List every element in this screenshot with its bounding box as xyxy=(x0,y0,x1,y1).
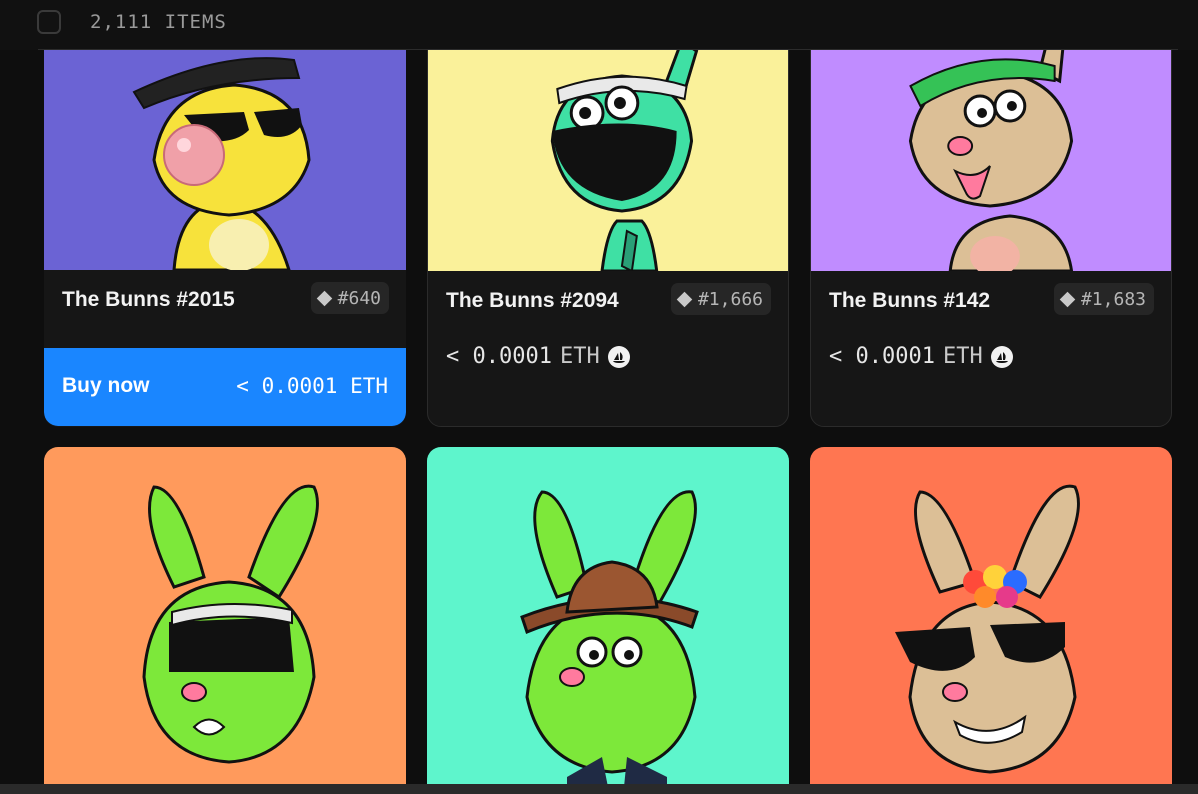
diamond-icon xyxy=(1059,291,1076,307)
rarity-rank-badge: #1,666 xyxy=(670,283,771,315)
rarity-rank: #1,683 xyxy=(1080,288,1146,310)
rarity-rank: #1,666 xyxy=(697,288,763,310)
nft-card[interactable] xyxy=(810,447,1172,794)
nft-image[interactable] xyxy=(44,447,406,794)
window-bottom-edge xyxy=(0,784,1198,794)
nft-image[interactable] xyxy=(428,50,788,271)
nft-image[interactable] xyxy=(427,447,789,794)
buy-now-button[interactable]: Buy now < 0.0001 ETH xyxy=(44,348,406,426)
nft-image[interactable] xyxy=(811,50,1171,271)
price-value: < 0.0001 xyxy=(446,344,552,369)
buy-now-label: Buy now xyxy=(62,374,150,397)
rarity-rank-badge: #640 xyxy=(310,282,389,314)
nft-card[interactable] xyxy=(44,447,406,794)
nft-name: The Bunns #2015 xyxy=(62,288,235,311)
diamond-icon xyxy=(316,290,332,306)
nft-card[interactable] xyxy=(427,447,789,794)
buy-now-price: < 0.0001 ETH xyxy=(236,374,388,398)
select-all-checkbox[interactable] xyxy=(37,10,61,34)
nft-card[interactable]: The Bunns #142 #1,683 < 0.0001 ETH xyxy=(810,50,1172,427)
rarity-rank-badge: #1,683 xyxy=(1053,283,1154,315)
listing-price: < 0.0001 ETH xyxy=(829,344,1013,369)
diamond-icon xyxy=(676,291,693,307)
nft-grid: The Bunns #2015 #640 Buy now < 0.0001 ET… xyxy=(0,50,1198,794)
nft-card[interactable]: The Bunns #2015 #640 Buy now < 0.0001 ET… xyxy=(44,50,406,427)
price-unit: ETH xyxy=(559,344,600,369)
price-value: < 0.0001 xyxy=(829,344,935,369)
price-unit: ETH xyxy=(942,344,983,369)
opensea-icon xyxy=(607,345,630,368)
nft-name: The Bunns #2094 xyxy=(446,289,619,312)
listing-price: < 0.0001 ETH xyxy=(446,344,630,369)
collection-toolbar: 2,111 ITEMS xyxy=(0,0,1198,50)
item-count: 2,111 ITEMS xyxy=(90,11,227,33)
nft-name: The Bunns #142 xyxy=(829,289,991,312)
rarity-rank: #640 xyxy=(337,287,381,309)
opensea-icon xyxy=(990,345,1013,368)
nft-image[interactable] xyxy=(810,447,1172,794)
nft-card[interactable]: The Bunns #2094 #1,666 < 0.0001 ETH xyxy=(427,50,789,427)
nft-image[interactable] xyxy=(44,50,406,270)
